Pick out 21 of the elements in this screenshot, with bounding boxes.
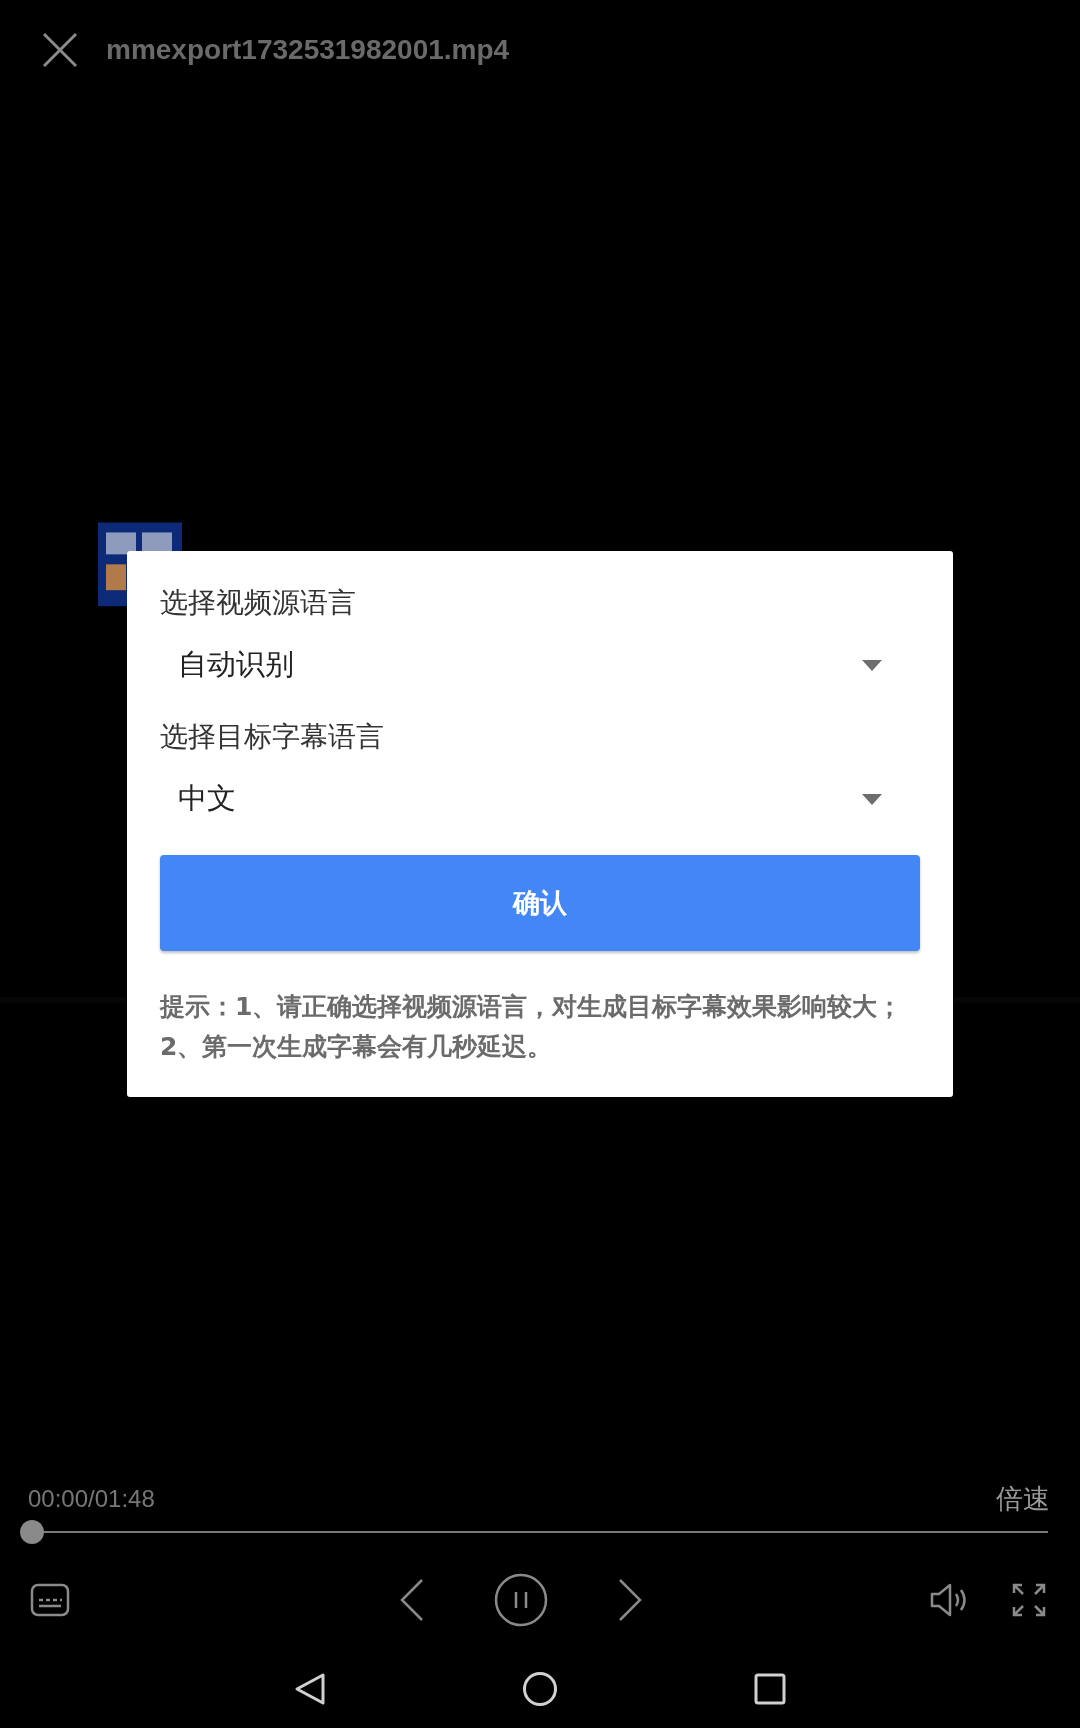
back-icon[interactable] — [294, 1672, 326, 1706]
progress-thumb[interactable] — [20, 1520, 44, 1544]
language-dropdown[interactable]: 自动识别 — [160, 625, 920, 705]
hint-text: 提示：1、请正确选择视频源语言，对生成目标字幕效果影响较大；2、第一次生成字幕会有几秒延迟。 — [160, 991, 904, 1063]
home-icon[interactable] — [522, 1671, 558, 1707]
field-label: 选择目标字幕语言 — [160, 719, 385, 755]
file-title: mmexport1732531982001.mp4 — [106, 34, 510, 66]
field-label: 选择视频源语言 — [160, 585, 357, 621]
language-dropdown[interactable]: 中文 — [160, 759, 920, 839]
close-icon[interactable] — [42, 32, 78, 68]
caret-icon — [862, 793, 882, 805]
volume-icon[interactable] — [930, 1583, 968, 1617]
speed-button[interactable]: 倍速 — [996, 1481, 1050, 1517]
caret-icon — [862, 659, 882, 671]
pause-icon[interactable] — [494, 1573, 548, 1627]
next-icon[interactable] — [618, 1578, 642, 1622]
time-label: 00:00/01:48 — [28, 1485, 155, 1513]
subtitle-icon[interactable] — [30, 1583, 70, 1617]
recents-icon[interactable] — [754, 1673, 786, 1705]
fullscreen-icon[interactable] — [1012, 1583, 1046, 1617]
previous-icon[interactable] — [400, 1578, 424, 1622]
